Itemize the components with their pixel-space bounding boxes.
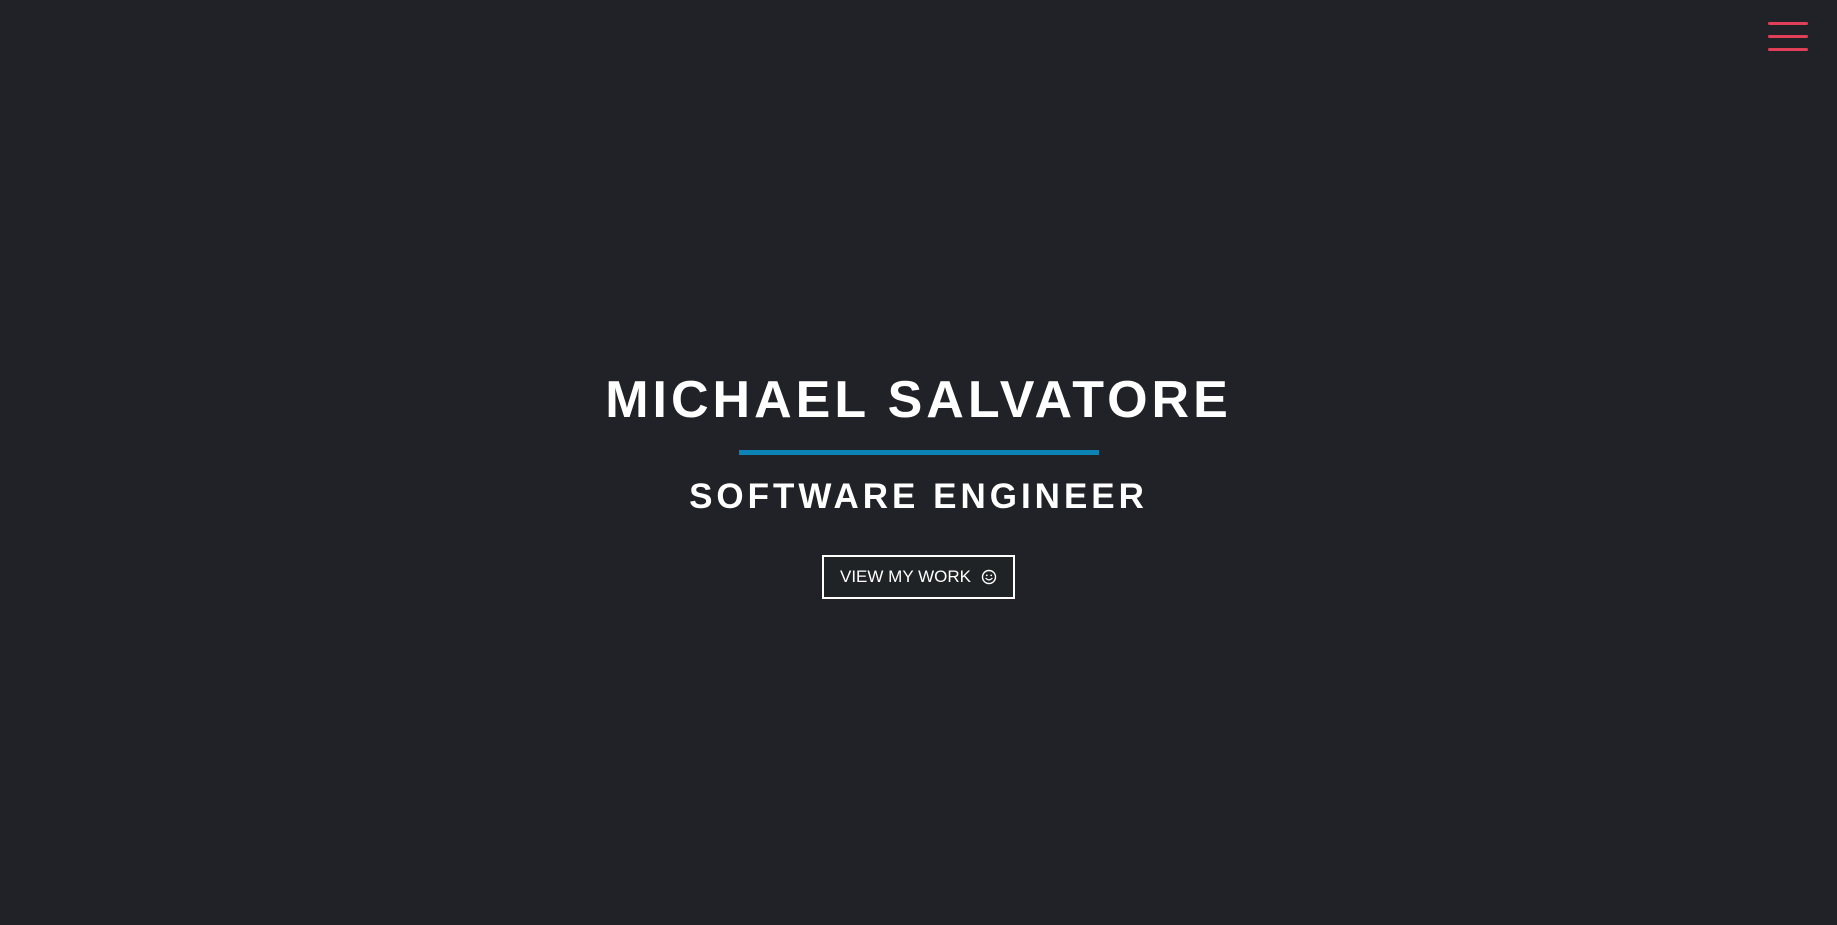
hero-section: MICHAEL SALVATORE SOFTWARE ENGINEER VIEW…: [0, 370, 1837, 599]
hero-role-subtitle: SOFTWARE ENGINEER: [689, 477, 1148, 516]
menu-bar-top: [1768, 22, 1808, 25]
hero-divider: [738, 450, 1099, 455]
landing-page: MICHAEL SALVATORE SOFTWARE ENGINEER VIEW…: [0, 0, 1837, 925]
hero-name-heading: MICHAEL SALVATORE: [605, 371, 1232, 429]
smiley-face-icon: [981, 569, 997, 585]
view-my-work-button[interactable]: VIEW MY WORK: [822, 555, 1015, 599]
menu-bar-middle: [1768, 35, 1808, 38]
view-my-work-label: VIEW MY WORK: [840, 567, 971, 586]
menu-bar-bottom: [1768, 48, 1808, 51]
hamburger-menu-icon[interactable]: [1768, 22, 1808, 54]
